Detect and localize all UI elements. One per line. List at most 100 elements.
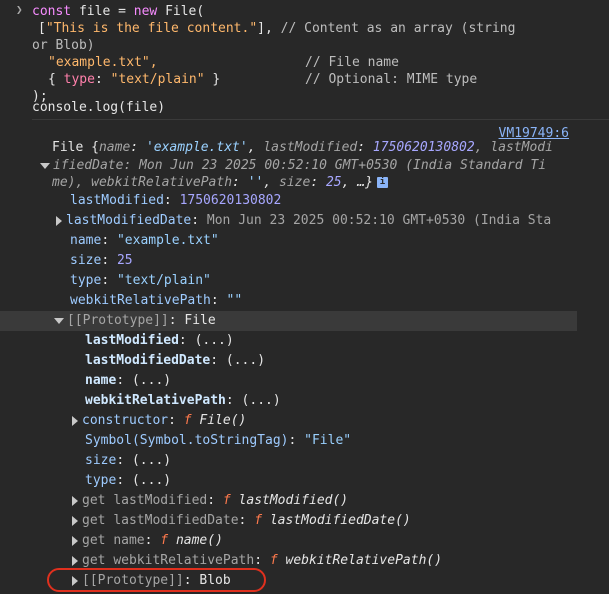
accessor-ellipsis: (...): [131, 453, 172, 468]
fn-log: log: [94, 100, 119, 115]
function-f-icon: f: [254, 513, 263, 528]
expand-arrow-icon[interactable]: [72, 415, 78, 426]
proto-type[interactable]: type: (...): [85, 471, 171, 491]
function-f-icon: f: [269, 553, 278, 568]
prop-key: size: [70, 253, 102, 268]
get-keyword: get: [82, 513, 106, 528]
prop-val: 1750620130802: [179, 193, 282, 208]
summary-wrp-val: '': [247, 175, 264, 190]
prop-val: "text/plain": [116, 273, 211, 288]
getter-fn: webkitRelativePath(): [285, 553, 443, 568]
prop-val: Mon Jun 23 2025 00:52:10 GMT+0530 (India…: [206, 213, 552, 228]
proto-webkitRelativePath[interactable]: webkitRelativePath: (...): [85, 391, 281, 411]
getter-name[interactable]: get name: f name(): [72, 531, 223, 551]
summary-lm-tail: , lastModi: [474, 140, 553, 155]
getter-key: name: [113, 533, 145, 548]
getter-lastModified[interactable]: get lastModified: f lastModified(): [72, 491, 348, 511]
accessor-key: webkitRelativePath: [85, 393, 226, 408]
function-f-icon: f: [183, 413, 192, 428]
prop-key: webkitRelativePath: [70, 293, 211, 308]
string-content: "This is the file content.": [45, 21, 258, 36]
accessor-key: name: [85, 373, 117, 388]
getter-key: lastModifiedDate: [113, 513, 239, 528]
prop-key: lastModified: [70, 193, 164, 208]
get-keyword: get: [82, 553, 106, 568]
expand-arrow-icon[interactable]: [72, 495, 78, 506]
prop-val: "example.txt": [116, 233, 219, 248]
accessor-key: lastModifiedDate: [85, 353, 211, 368]
class-file: File(: [165, 4, 205, 19]
summary-size-key: size: [279, 175, 311, 190]
colon: :: [94, 72, 111, 87]
prop-name: name: "example.txt": [70, 233, 219, 248]
fn-args: (file): [118, 100, 166, 115]
summary-lm-val: 1750620130802: [372, 140, 475, 155]
code-line-5: { type: "text/plain" } // Optional: MIME …: [48, 70, 477, 90]
accessor-ellipsis: (...): [225, 353, 266, 368]
obj-close: }: [204, 72, 221, 87]
prop-key: type: [70, 273, 102, 288]
devtools-console: ❯ const file = new File( ["This is the f…: [0, 0, 609, 594]
comment-content-cont: or Blob): [32, 38, 95, 53]
prop-size: size: 25: [70, 253, 133, 268]
proto-name[interactable]: name: (...): [85, 371, 171, 391]
prop-val: 25: [116, 253, 133, 268]
prop-type: type: "text/plain": [70, 273, 211, 288]
summary-cont: me),: [52, 175, 92, 190]
expand-arrow-icon[interactable]: [72, 555, 78, 566]
getter-lastModifiedDate[interactable]: get lastModifiedDate: f lastModifiedDate…: [72, 511, 411, 531]
summary-name-val: 'example.txt': [145, 140, 248, 155]
summary-wrp-key: webkitRelativePath: [91, 175, 233, 190]
accessor-ellipsis: (...): [194, 333, 234, 348]
getter-fn: name(): [175, 533, 223, 548]
key-type: type: [63, 72, 95, 87]
function-f-icon: f: [222, 493, 231, 508]
collapse-triangle-icon[interactable]: [54, 317, 64, 324]
prop-key: lastModifiedDate: [66, 213, 192, 228]
info-icon[interactable]: i: [376, 177, 388, 188]
summary-prefix: File {: [52, 140, 99, 155]
summary-tail: , …}: [341, 175, 373, 190]
prop-key: name: [70, 233, 102, 248]
prop-lastModifiedDate[interactable]: lastModifiedDate: Mon Jun 23 2025 00:52:…: [56, 211, 551, 231]
getter-key: webkitRelativePath: [113, 553, 255, 568]
proto-lastModifiedDate[interactable]: lastModifiedDate: (...): [85, 351, 265, 371]
function-f-icon: f: [160, 533, 169, 548]
array-open: [: [38, 21, 46, 36]
summary-line-3: me), webkitRelativePath: '', size: 25, ……: [52, 173, 388, 193]
var-file: file: [78, 4, 111, 19]
getter-fn: lastModifiedDate(): [269, 513, 411, 528]
symbol-key: Symbol(Symbol.toStringTag): [85, 433, 289, 448]
console-prompt-chevron-icon: ❯: [16, 3, 23, 16]
proto-symbol: Symbol(Symbol.toStringTag): "File": [85, 433, 352, 448]
prototype-val: File: [184, 313, 216, 328]
expand-arrow-icon[interactable]: [72, 535, 78, 546]
expand-arrow-icon[interactable]: [56, 215, 62, 226]
summary-size-val: 25: [325, 175, 342, 190]
operator-eq: =: [118, 4, 126, 19]
array-close: ],: [257, 21, 281, 36]
expand-triangle-icon[interactable]: [40, 162, 50, 169]
proto-size[interactable]: size: (...): [85, 451, 171, 471]
console-obj: console.: [32, 100, 95, 115]
accessor-key: lastModified: [85, 333, 179, 348]
expand-arrow-icon[interactable]: [72, 515, 78, 526]
get-keyword: get: [82, 533, 106, 548]
summary-line-1[interactable]: File {name: 'example.txt', lastModified:…: [52, 138, 553, 158]
summary-lm-key: lastModified: [263, 140, 358, 155]
accessor-key: type: [85, 473, 117, 488]
prototype-label: [[Prototype]]: [67, 313, 169, 328]
code-line-2: ["This is the file content."], // Conten…: [38, 19, 515, 39]
prototype-file-row[interactable]: [[Prototype]]: File: [54, 311, 216, 331]
get-keyword: get: [82, 493, 106, 508]
output-divider: [32, 119, 609, 120]
prop-val: "": [226, 293, 243, 308]
summary-name-key: name: [98, 140, 131, 155]
string-mime: "text/plain": [110, 72, 205, 87]
constructor-key: constructor: [82, 413, 169, 428]
proto-lastModified[interactable]: lastModified: (...): [85, 331, 234, 351]
comment-content: // Content as an array (string: [280, 21, 516, 36]
comment-mime: // Optional: MIME type: [305, 72, 478, 87]
proto-constructor[interactable]: constructor: f File(): [72, 411, 246, 431]
symbol-val: "File": [304, 433, 352, 448]
